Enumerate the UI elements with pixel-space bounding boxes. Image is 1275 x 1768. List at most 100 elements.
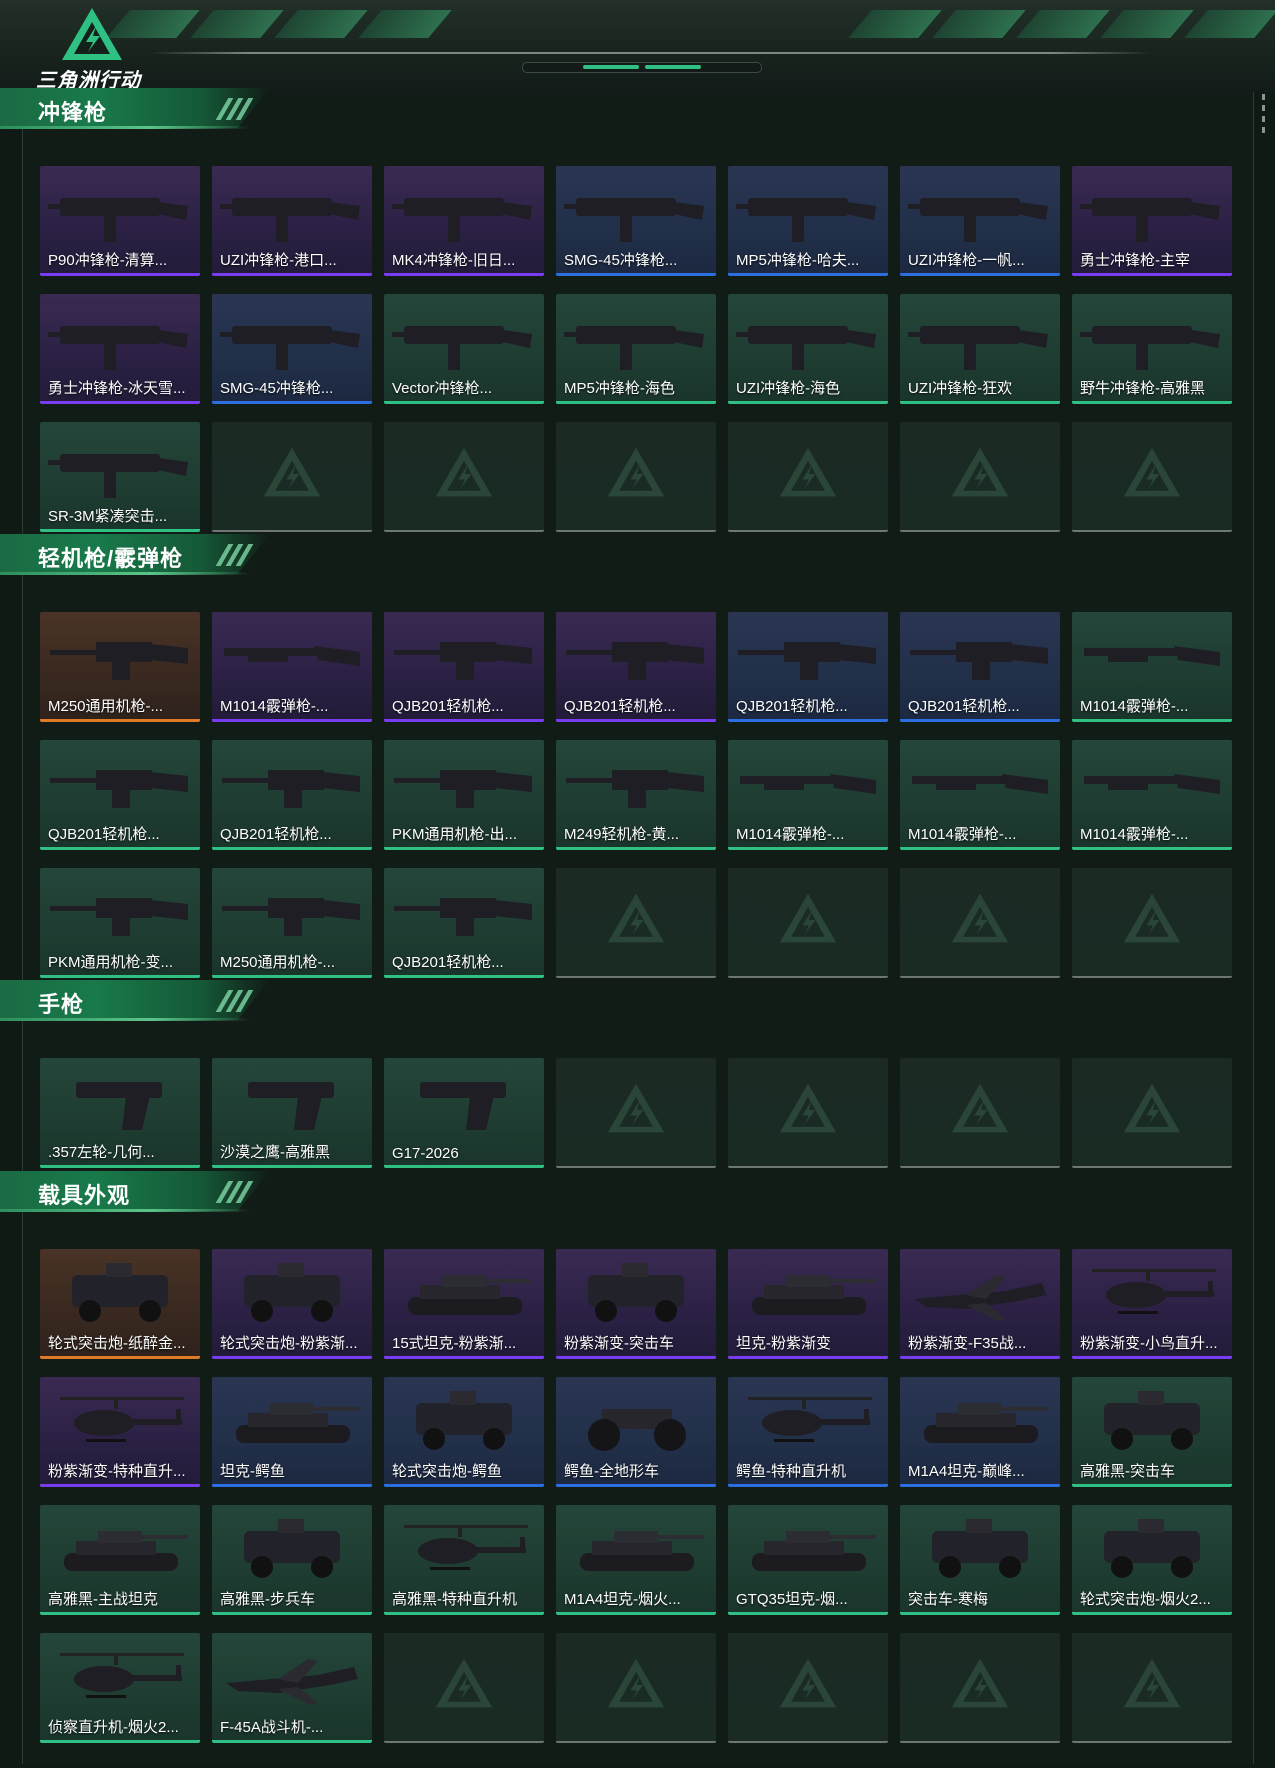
- skin-card[interactable]: QJB201轻机枪...: [384, 612, 544, 722]
- skin-card[interactable]: 轮式突击炮-纸醉金...: [40, 1249, 200, 1359]
- rarity-bar: [384, 1165, 544, 1168]
- skin-card-label: Vector冲锋枪...: [392, 380, 493, 397]
- skin-card[interactable]: M1A4坦克-烟火...: [556, 1505, 716, 1615]
- skin-card[interactable]: .357左轮-几何...: [40, 1058, 200, 1168]
- rarity-bar: [556, 1356, 716, 1359]
- smg-icon: [562, 172, 710, 248]
- tank-icon: [46, 1511, 194, 1587]
- empty-slot: [900, 1633, 1060, 1743]
- rarity-bar: [1072, 401, 1232, 404]
- empty-slot: [900, 422, 1060, 532]
- smg-icon: [46, 172, 194, 248]
- scrollbar-handle[interactable]: [1262, 94, 1265, 138]
- skin-card[interactable]: 坦克-粉紫渐变: [728, 1249, 888, 1359]
- skin-card[interactable]: QJB201轻机枪...: [40, 740, 200, 850]
- skin-card[interactable]: PKM通用机枪-出...: [384, 740, 544, 850]
- lmg-icon: [562, 746, 710, 822]
- skin-card[interactable]: SMG-45冲锋枪...: [212, 294, 372, 404]
- skin-card[interactable]: M250通用机枪-...: [212, 868, 372, 978]
- skin-card[interactable]: UZI冲锋枪-港口...: [212, 166, 372, 276]
- skin-card[interactable]: MP5冲锋枪-哈夫...: [728, 166, 888, 276]
- skin-card[interactable]: M1014霰弹枪-...: [900, 740, 1060, 850]
- placeholder-logo-icon: [607, 1083, 665, 1133]
- rarity-bar: [556, 1484, 716, 1487]
- skin-card[interactable]: QJB201轻机枪...: [212, 740, 372, 850]
- skin-card[interactable]: 突击车-寒梅: [900, 1505, 1060, 1615]
- empty-slot-bar: [556, 1166, 716, 1168]
- shotgun-icon: [218, 618, 366, 694]
- empty-slot: [384, 1633, 544, 1743]
- skin-card[interactable]: UZI冲锋枪-狂欢: [900, 294, 1060, 404]
- skin-card[interactable]: QJB201轻机枪...: [900, 612, 1060, 722]
- skin-card[interactable]: UZI冲锋枪-海色: [728, 294, 888, 404]
- skin-card[interactable]: 粉紫渐变-特种直升...: [40, 1377, 200, 1487]
- skin-card[interactable]: QJB201轻机枪...: [728, 612, 888, 722]
- skin-card-label: UZI冲锋枪-港口...: [220, 252, 337, 269]
- skin-card[interactable]: 勇士冲锋枪-冰天雪...: [40, 294, 200, 404]
- skin-card[interactable]: QJB201轻机枪...: [384, 868, 544, 978]
- empty-slot-bar: [900, 1741, 1060, 1743]
- skin-card[interactable]: 高雅黑-突击车: [1072, 1377, 1232, 1487]
- skin-card[interactable]: SMG-45冲锋枪...: [556, 166, 716, 276]
- skin-card[interactable]: M1014霰弹枪-...: [1072, 740, 1232, 850]
- skin-card-label: M1014霰弹枪-...: [908, 826, 1017, 843]
- skin-card-label: G17-2026: [392, 1145, 459, 1162]
- skin-card[interactable]: 高雅黑-特种直升机: [384, 1505, 544, 1615]
- smg-icon: [46, 300, 194, 376]
- smg-icon: [46, 428, 194, 504]
- skin-card[interactable]: GTQ35坦克-烟...: [728, 1505, 888, 1615]
- smg-icon: [390, 172, 538, 248]
- banner-divider: [150, 52, 1150, 54]
- skin-card[interactable]: 野牛冲锋枪-高雅黑: [1072, 294, 1232, 404]
- skin-card[interactable]: QJB201轻机枪...: [556, 612, 716, 722]
- skin-card[interactable]: SR-3M紧凑突击...: [40, 422, 200, 532]
- skin-card[interactable]: 鳄鱼-特种直升机: [728, 1377, 888, 1487]
- skin-card[interactable]: 粉紫渐变-F35战...: [900, 1249, 1060, 1359]
- skin-card[interactable]: 粉紫渐变-小鸟直升...: [1072, 1249, 1232, 1359]
- rarity-bar: [556, 719, 716, 722]
- skin-card[interactable]: 勇士冲锋枪-主宰: [1072, 166, 1232, 276]
- skin-card-label: QJB201轻机枪...: [392, 698, 504, 715]
- skin-card-label: 鳄鱼-特种直升机: [736, 1463, 846, 1480]
- skin-card[interactable]: MP5冲锋枪-海色: [556, 294, 716, 404]
- skin-card-label: UZI冲锋枪-海色: [736, 380, 841, 397]
- empty-slot: [556, 1058, 716, 1168]
- skin-card[interactable]: 高雅黑-步兵车: [212, 1505, 372, 1615]
- skin-card[interactable]: 沙漠之鹰-高雅黑: [212, 1058, 372, 1168]
- skin-card[interactable]: Vector冲锋枪...: [384, 294, 544, 404]
- skin-card[interactable]: P90冲锋枪-清算...: [40, 166, 200, 276]
- skin-card-label: M1A4坦克-烟火...: [564, 1591, 681, 1608]
- skin-card[interactable]: MK4冲锋枪-旧日...: [384, 166, 544, 276]
- skin-card[interactable]: M249轻机枪-黄...: [556, 740, 716, 850]
- skin-card[interactable]: M250通用机枪-...: [40, 612, 200, 722]
- skin-card[interactable]: 粉紫渐变-突击车: [556, 1249, 716, 1359]
- rarity-bar: [212, 273, 372, 276]
- tank-icon: [906, 1383, 1054, 1459]
- skin-card[interactable]: 侦察直升机-烟火2...: [40, 1633, 200, 1743]
- skin-card[interactable]: M1014霰弹枪-...: [212, 612, 372, 722]
- skin-card[interactable]: 15式坦克-粉紫渐...: [384, 1249, 544, 1359]
- skin-card[interactable]: M1014霰弹枪-...: [728, 740, 888, 850]
- skin-card[interactable]: 高雅黑-主战坦克: [40, 1505, 200, 1615]
- placeholder-logo-icon: [1123, 447, 1181, 497]
- skin-card[interactable]: 轮式突击炮-粉紫渐...: [212, 1249, 372, 1359]
- game-logo: 三角洲行动: [36, 6, 156, 92]
- skin-card[interactable]: M1A4坦克-巅峰...: [900, 1377, 1060, 1487]
- skin-card-label: M250通用机枪-...: [48, 698, 164, 715]
- skin-card-label: PKM通用机枪-出...: [392, 826, 518, 843]
- skin-card-label: F-45A战斗机-...: [220, 1719, 324, 1736]
- skin-card[interactable]: 坦克-鳄鱼: [212, 1377, 372, 1487]
- skin-card[interactable]: 轮式突击炮-烟火2...: [1072, 1505, 1232, 1615]
- rarity-bar: [1072, 1356, 1232, 1359]
- skin-card[interactable]: M1014霰弹枪-...: [1072, 612, 1232, 722]
- skin-card[interactable]: 鳄鱼-全地形车: [556, 1377, 716, 1487]
- skin-card[interactable]: 轮式突击炮-鳄鱼: [384, 1377, 544, 1487]
- shotgun-icon: [1078, 746, 1226, 822]
- smg-icon: [562, 300, 710, 376]
- rarity-bar: [40, 529, 200, 532]
- rarity-bar: [212, 1165, 372, 1168]
- skin-card[interactable]: PKM通用机枪-变...: [40, 868, 200, 978]
- skin-card[interactable]: UZI冲锋枪-一帆...: [900, 166, 1060, 276]
- skin-card[interactable]: F-45A战斗机-...: [212, 1633, 372, 1743]
- skin-card[interactable]: G17-2026: [384, 1058, 544, 1168]
